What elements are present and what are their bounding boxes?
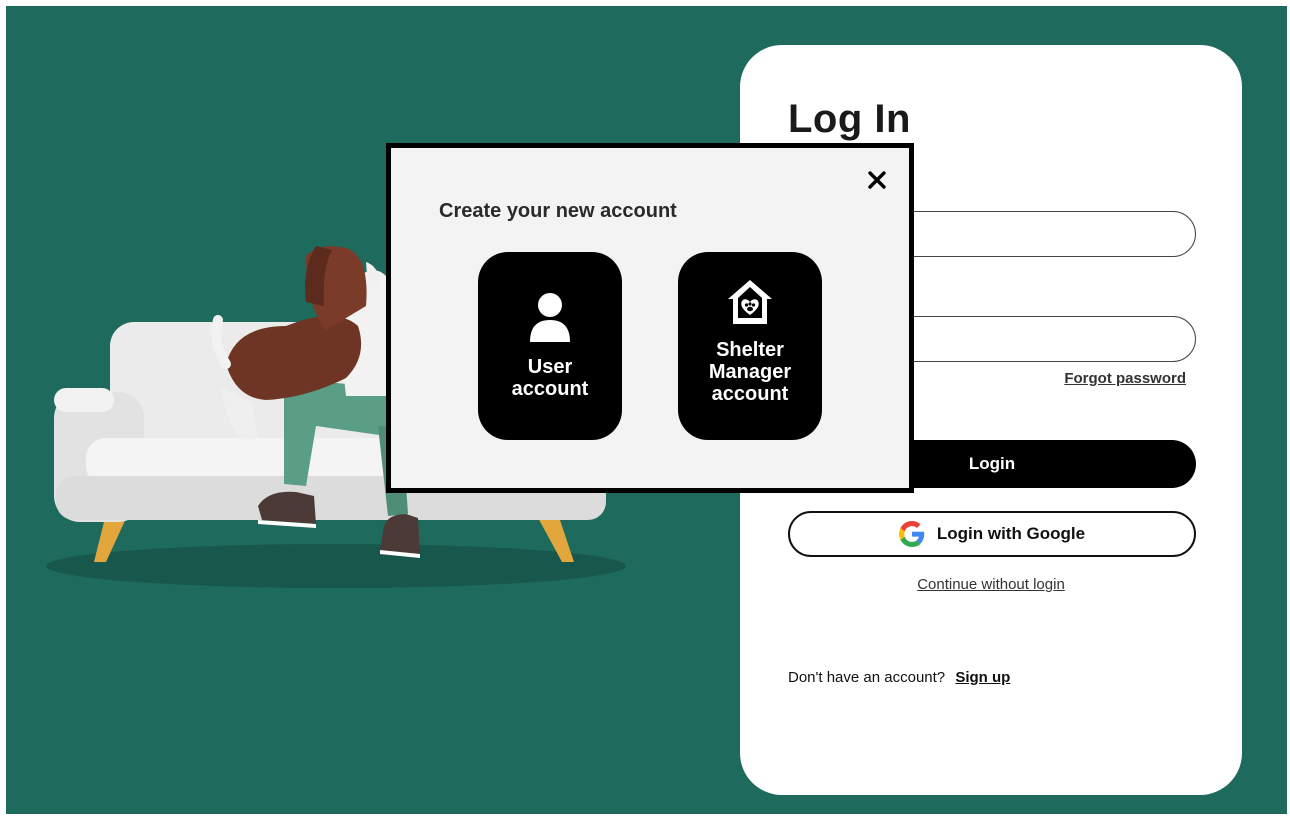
modal-title: Create your new account	[439, 200, 677, 222]
shelter-account-label: Shelter Manager account	[708, 339, 792, 405]
google-g-icon	[898, 521, 925, 547]
close-icon	[868, 171, 886, 189]
create-account-modal: Create your new account User account She…	[386, 143, 914, 493]
login-with-google-button[interactable]: Login with Google	[788, 511, 1196, 557]
sign-up-link[interactable]: Sign up	[955, 669, 1010, 686]
user-icon	[530, 293, 570, 342]
shelter-manager-account-button[interactable]: Shelter Manager account	[678, 252, 822, 440]
signup-row: Don't have an account? Sign up	[788, 669, 1010, 686]
user-account-button[interactable]: User account	[478, 252, 622, 440]
google-button-label: Login with Google	[936, 524, 1086, 543]
page-title: Log In	[788, 97, 911, 141]
user-account-label: User account	[511, 356, 589, 400]
page-background: Log In Forgot password Login Login with …	[6, 6, 1287, 814]
close-button[interactable]	[863, 166, 891, 194]
no-account-text: Don't have an account?	[788, 669, 946, 686]
continue-without-login-link[interactable]: Continue without login	[740, 576, 1242, 593]
forgot-password-link[interactable]: Forgot password	[1064, 370, 1186, 387]
house-paw-icon	[728, 280, 772, 324]
